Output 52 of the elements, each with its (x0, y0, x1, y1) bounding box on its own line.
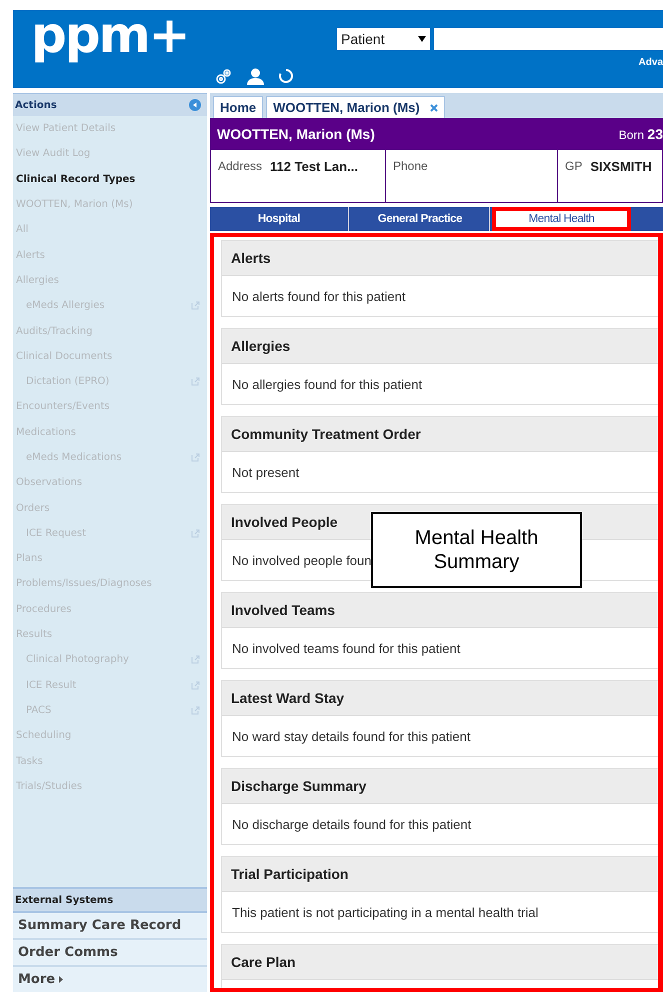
panel-title: Involved People (231, 514, 338, 530)
advanced-search-link[interactable]: Adva (638, 57, 663, 68)
external-link-icon (191, 655, 200, 664)
born-date: Born 23 (618, 126, 663, 142)
panel-title: Trial Participation (231, 866, 348, 882)
panel-text: No ward stay details found for this patient (232, 728, 470, 744)
external-link-icon (191, 706, 200, 715)
panel-text: No allergies found for this patient (232, 376, 422, 392)
tab[interactable]: Home (213, 96, 264, 118)
field-label: Address (218, 159, 262, 175)
search-type-select[interactable]: Patient (337, 28, 430, 50)
panel-text: Not present (232, 464, 300, 480)
search-field[interactable] (434, 28, 663, 50)
panel-title: Allergies (231, 338, 290, 354)
patient-name: WOOTTEN, Marion (Ms) (217, 126, 375, 142)
close-icon[interactable] (430, 104, 438, 112)
caret-icon (59, 976, 64, 983)
panel-title: Community Treatment Order (231, 426, 421, 442)
panel-text: No involved teams found for this patient (232, 640, 460, 656)
user-icon[interactable] (247, 68, 264, 84)
external-systems-title: External Systems (15, 894, 114, 906)
record-tab[interactable]: Mental Health (492, 207, 631, 231)
field-label: GP (565, 159, 582, 175)
sidebar-title: Actions (15, 100, 57, 110)
panel-text: No involved people foun (232, 552, 372, 568)
annotation-callout: Mental Health Summary (371, 512, 582, 588)
panel-title: Discharge Summary (231, 778, 366, 794)
field-label: Phone (393, 159, 428, 175)
external-link-icon (191, 528, 200, 538)
panel-title: Involved Teams (231, 602, 336, 618)
panel-title: Alerts (231, 250, 271, 266)
panel-title: Latest Ward Stay (231, 690, 344, 706)
external-link-icon (191, 301, 200, 310)
external-system-item[interactable]: Order Comms (13, 940, 207, 967)
panel-text: No discharge details found for this patient (232, 816, 472, 832)
gears-icon[interactable] (215, 67, 233, 85)
collapse-icon[interactable] (189, 99, 201, 111)
logo: ppm+ (30, 10, 189, 60)
panel-text: No alerts found for this patient (232, 288, 406, 304)
dropdown-caret-icon (418, 36, 426, 42)
sidebar-heading: Clinical Record Types (16, 174, 136, 185)
more-menu[interactable]: More (13, 967, 207, 992)
external-system-item[interactable]: Summary Care Record (13, 913, 207, 940)
panel-title: Care Plan (231, 954, 296, 970)
field-value: 112 Test Lan... (270, 159, 358, 176)
external-link-icon (191, 680, 200, 690)
tab[interactable]: WOOTTEN, Marion (Ms) (266, 96, 445, 118)
external-link-icon (191, 453, 200, 462)
external-link-icon (191, 377, 200, 386)
refresh-icon[interactable] (278, 68, 294, 84)
field-value: SIXSMITH (590, 159, 652, 176)
panel-text: This patient is not participating in a mental health trial (232, 904, 538, 920)
